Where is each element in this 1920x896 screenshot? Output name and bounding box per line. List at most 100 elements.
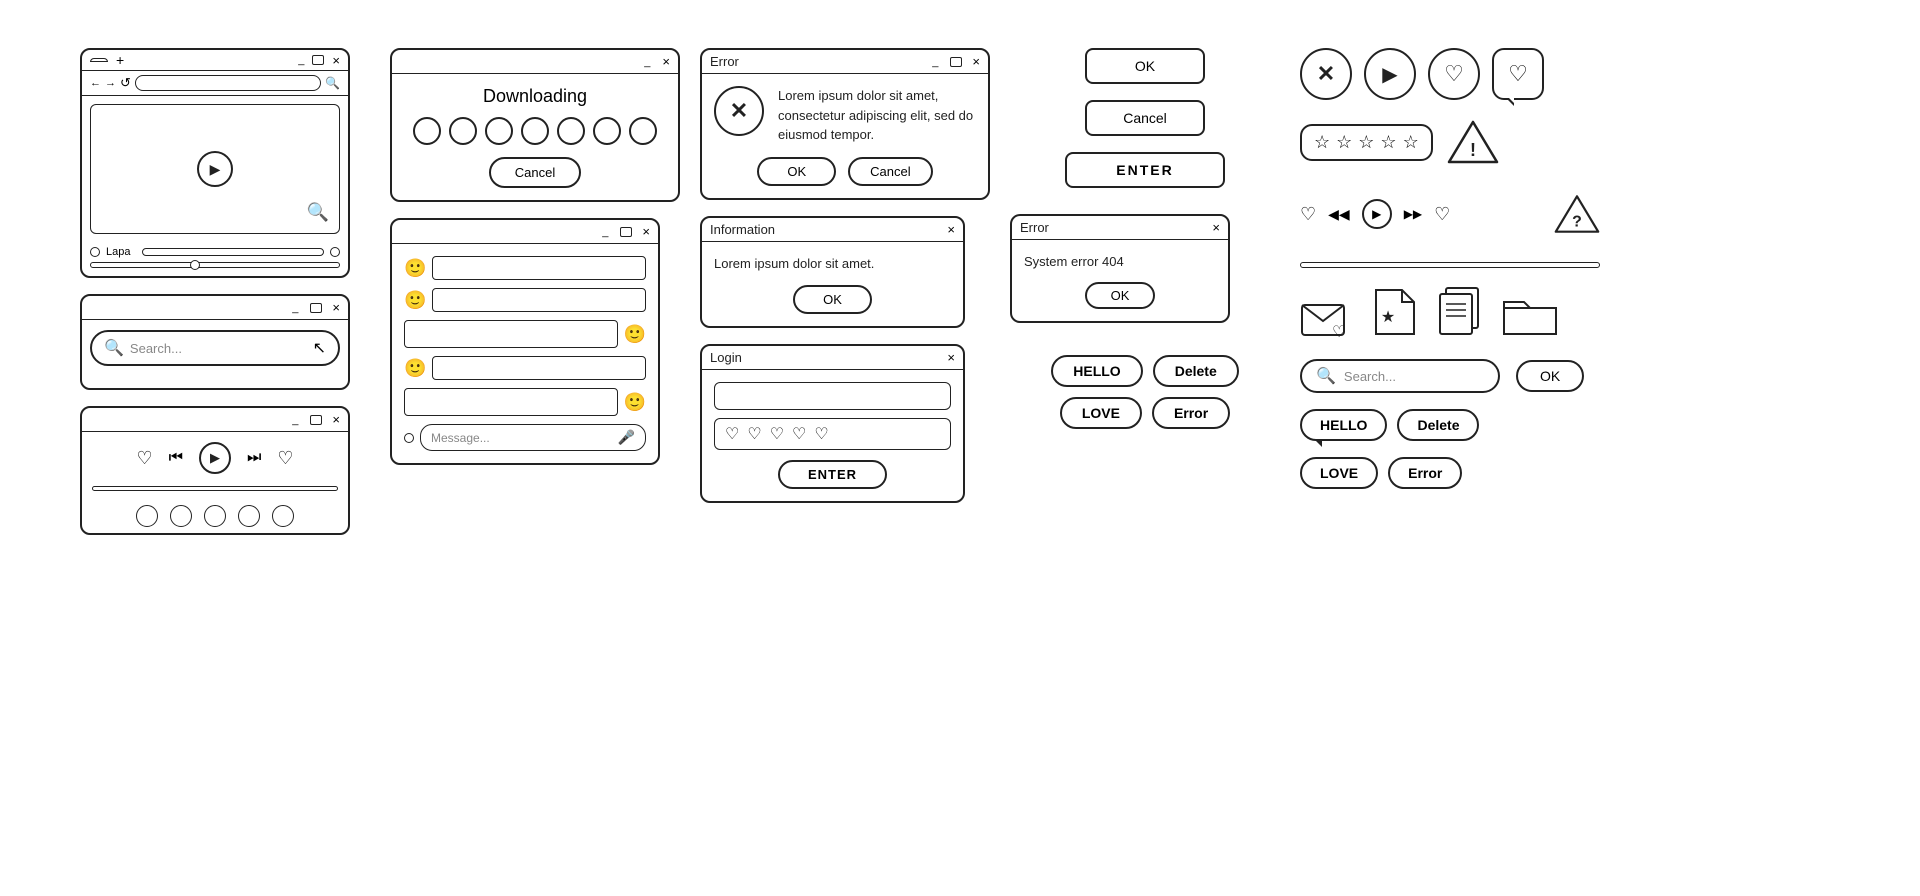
music-play-btn[interactable]: ▶ (199, 442, 231, 474)
ok-right-button[interactable]: OK (1516, 360, 1584, 392)
love-button[interactable]: LOVE (1300, 457, 1378, 489)
star-4[interactable]: ☆ (1380, 132, 1396, 153)
maximize-btn[interactable] (310, 415, 322, 425)
chat-row-1: 🙂 (404, 256, 646, 280)
close-btn[interactable]: × (972, 54, 980, 69)
close-btn[interactable]: × (332, 53, 340, 68)
mail-icon: ♡ (1300, 295, 1354, 343)
heart-sm-left[interactable]: ♡ (1300, 204, 1316, 225)
star-5[interactable]: ☆ (1403, 132, 1419, 153)
browser-tab[interactable] (90, 58, 108, 62)
forward-sm-icon[interactable]: ▶▶ (1404, 207, 1422, 221)
new-tab-btn[interactable]: + (112, 52, 128, 68)
address-bar[interactable] (135, 75, 321, 91)
close-btn[interactable]: × (332, 300, 340, 315)
close-btn[interactable]: × (642, 224, 650, 239)
minimize-btn[interactable]: _ (292, 302, 298, 314)
forward-btn[interactable]: → (105, 77, 116, 89)
track-dot-3[interactable] (204, 505, 226, 527)
star-2[interactable]: ☆ (1336, 132, 1352, 153)
heart-bubble-icon[interactable]: ♡ (1492, 48, 1544, 100)
close-btn[interactable]: × (947, 350, 955, 365)
heart-circle-icon[interactable]: ♡ (1428, 48, 1480, 100)
back-btn[interactable]: ← (90, 77, 101, 89)
heart-left-icon[interactable]: ♡ (136, 448, 152, 469)
rewind-sm-icon[interactable]: ◀◀ (1328, 206, 1350, 223)
small-error-titlebar: Error × (1012, 216, 1228, 240)
minimize-btn[interactable]: _ (602, 226, 608, 238)
search-bar-mini[interactable]: 🔍 Search... (1300, 359, 1500, 393)
login-hearts-row: ♡ ♡ ♡ ♡ ♡ (714, 418, 951, 450)
heart-bubble-icon-inner: ♡ (1508, 61, 1528, 87)
browser-window-search: _ × 🔍 Search... ↖ (80, 294, 350, 390)
delete-button[interactable]: Delete (1397, 409, 1479, 441)
close-btn[interactable]: × (332, 412, 340, 427)
login-username-field[interactable] (714, 382, 951, 410)
search-window-titlebar: _ × (82, 296, 348, 320)
love-bubble[interactable]: LOVE (1060, 397, 1142, 429)
seek-bar[interactable] (90, 262, 340, 268)
track-dot-1[interactable] (136, 505, 158, 527)
minimize-btn[interactable]: _ (932, 56, 938, 68)
progress-dot-4 (521, 117, 549, 145)
refresh-btn[interactable]: ↺ (120, 75, 131, 91)
star-1[interactable]: ☆ (1314, 132, 1330, 153)
cancel-button[interactable]: Cancel (489, 157, 581, 188)
minimize-btn[interactable]: _ (298, 54, 304, 66)
chat-bubble-5 (404, 388, 618, 416)
play-button[interactable]: ▶ (197, 151, 233, 187)
track-dot-5[interactable] (272, 505, 294, 527)
small-error-body: System error 404 OK (1012, 240, 1228, 321)
ok-button[interactable]: OK (757, 157, 836, 186)
chat-row-5: 🙂 (404, 388, 646, 416)
maximize-btn[interactable] (620, 227, 632, 237)
progress-dot-6 (593, 117, 621, 145)
cancel-button[interactable]: Cancel (848, 157, 932, 186)
error-dialog-buttons: OK Cancel (714, 157, 976, 186)
music-seek-bar[interactable] (92, 486, 338, 491)
cancel-solo-button[interactable]: Cancel (1085, 100, 1205, 136)
close-circle-icon[interactable]: ✕ (1300, 48, 1352, 100)
maximize-btn[interactable] (312, 55, 324, 65)
error-titlebar: Error _ × (702, 50, 988, 74)
track-dot-4[interactable] (238, 505, 260, 527)
heart-sm-right[interactable]: ♡ (1434, 204, 1450, 225)
rewind-icon[interactable]: ⏮ (169, 449, 183, 467)
close-btn[interactable]: × (947, 222, 955, 237)
hello-bubble[interactable]: HELLO (1051, 355, 1142, 387)
chat-row-4: 🙂 (404, 356, 646, 380)
download-body: Downloading Cancel (392, 74, 678, 200)
ok-solo-button[interactable]: OK (1085, 48, 1205, 84)
progress-bar-long[interactable] (1300, 262, 1600, 268)
track-dot-2[interactable] (170, 505, 192, 527)
minimize-btn[interactable]: _ (292, 414, 298, 426)
search-bar[interactable]: 🔍 Search... ↖ (90, 330, 340, 366)
small-ok-button[interactable]: OK (1085, 282, 1156, 309)
bottom-buttons-row1: HELLO Delete (1300, 409, 1600, 441)
message-input[interactable]: Message... 🎤 (420, 424, 646, 451)
star-3[interactable]: ☆ (1358, 132, 1374, 153)
enter-button[interactable]: ENTER (778, 460, 887, 489)
play-circle-icon[interactable]: ▶ (1364, 48, 1416, 100)
volume-bar[interactable] (142, 248, 324, 256)
login-titlebar: Login × (702, 346, 963, 370)
stars-rating-bubble: ☆ ☆ ☆ ☆ ☆ (1300, 124, 1433, 161)
maximize-btn[interactable] (950, 57, 962, 67)
ok-button[interactable]: OK (793, 285, 872, 314)
heart-3: ♡ (770, 424, 784, 444)
svg-text:?: ? (1572, 213, 1582, 230)
hello-button[interactable]: HELLO (1300, 409, 1387, 441)
close-btn[interactable]: × (662, 54, 670, 69)
play-sm-circle[interactable]: ▶ (1362, 199, 1392, 229)
enter-solo-button[interactable]: ENTER (1065, 152, 1225, 188)
minimize-btn[interactable]: _ (644, 56, 650, 68)
maximize-btn[interactable] (310, 303, 322, 313)
chat-emoji-5: 🙂 (624, 392, 646, 413)
heart-right-icon[interactable]: ♡ (277, 448, 293, 469)
close-btn[interactable]: × (1212, 220, 1220, 235)
forward-icon[interactable]: ⏭ (247, 449, 261, 467)
delete-btn[interactable]: Delete (1153, 355, 1239, 387)
error-btn[interactable]: Error (1152, 397, 1230, 429)
error-label-button[interactable]: Error (1388, 457, 1462, 489)
heart-icon: ♡ (1444, 61, 1464, 87)
